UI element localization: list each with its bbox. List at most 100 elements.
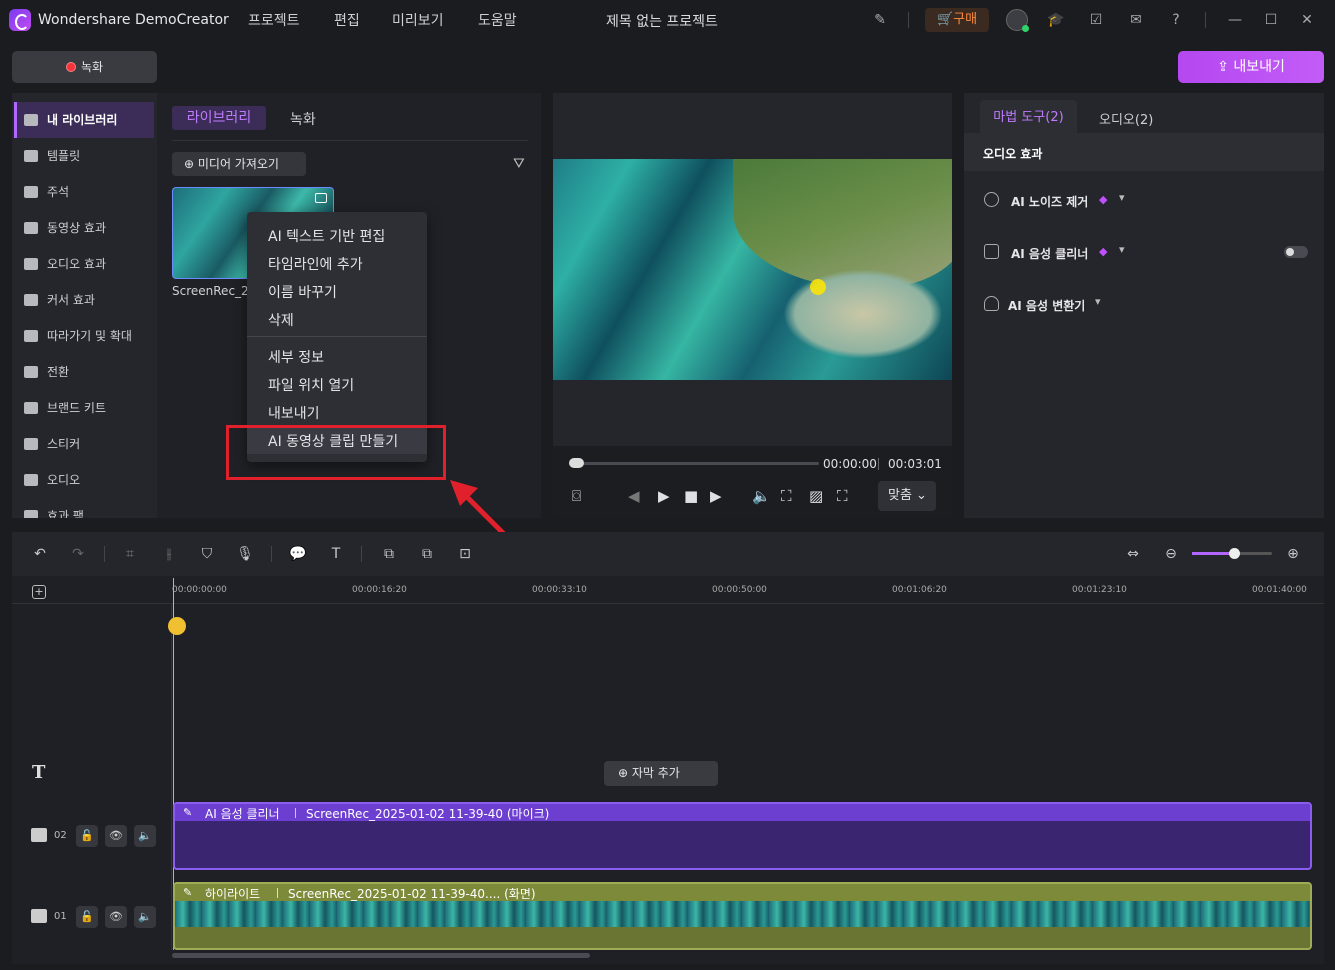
speaker-icon[interactable]: 🔈 (134, 906, 156, 928)
ai-translate-icon[interactable]: ⧉ (418, 545, 436, 563)
menu-item-add-to-timeline[interactable]: 타임라인에 추가 (268, 254, 363, 274)
stop-icon[interactable]: ■ (684, 487, 698, 505)
graduation-cap-icon[interactable]: 🎓 (1046, 10, 1066, 30)
menu-help[interactable]: 도움말 (478, 10, 517, 30)
buy-label: 구매 (953, 12, 978, 27)
zoom-out-icon[interactable]: ⊖ (1162, 545, 1180, 563)
play-icon[interactable]: ▶ (658, 487, 670, 505)
snapshot-icon[interactable]: ⌼ (572, 487, 581, 505)
avatar[interactable] (1006, 9, 1029, 32)
lock-icon[interactable]: 🔓 (76, 906, 98, 928)
add-subtitle-button[interactable]: ⊕ 자막 추가 (604, 761, 718, 786)
sidebar-item[interactable]: 오디오 (14, 462, 154, 498)
chevron-down-icon[interactable]: ▾ (1095, 295, 1101, 308)
sidebar-item[interactable]: 동영상 효과 (14, 210, 154, 246)
undo-icon[interactable]: ↶ (31, 545, 49, 563)
sidebar-item[interactable]: 커서 효과 (14, 282, 154, 318)
menu-item-export[interactable]: 내보내기 (268, 403, 320, 423)
next-frame-icon[interactable]: ▶ (710, 487, 722, 505)
audio-clip[interactable]: ✎ AI 음성 클리너 ScreenRec_2025-01-02 11-39-4… (173, 802, 1312, 870)
text-box-icon[interactable]: T (327, 545, 345, 563)
menu-item-delete[interactable]: 삭제 (268, 310, 294, 330)
volume-icon[interactable]: 🔈 (752, 487, 771, 505)
tab-library[interactable]: 라이브러리 (172, 106, 266, 130)
task-icon[interactable]: ☑ (1086, 10, 1106, 30)
menu-item-details[interactable]: 세부 정보 (268, 347, 324, 367)
ai-voice-changer-label[interactable]: AI 음성 변환기 (1008, 297, 1085, 314)
maximize-icon[interactable]: ☐ (1261, 10, 1281, 30)
menu-preview[interactable]: 미리보기 (392, 10, 444, 30)
marker-icon[interactable]: ⛉ (198, 545, 216, 563)
eye-icon[interactable]: 👁 (105, 906, 127, 928)
speaker-icon[interactable]: 🔈 (134, 825, 156, 847)
record-button[interactable]: 녹화 (12, 51, 157, 83)
sidebar-item[interactable]: 브랜드 키트 (14, 390, 154, 426)
help-icon[interactable]: ? (1166, 10, 1186, 30)
crop-icon[interactable]: ⌗ (121, 545, 139, 563)
annotation-icon (24, 186, 38, 198)
filter-icon[interactable]: ⛛ (513, 156, 525, 172)
minimize-icon[interactable]: — (1225, 10, 1245, 30)
tab-magic-tools[interactable]: 마법 도구(2) (980, 100, 1077, 133)
progress-handle[interactable] (569, 458, 584, 468)
add-track-icon[interactable]: + (32, 585, 46, 599)
ai-noise-removal-label[interactable]: AI 노이즈 제거 (1011, 193, 1088, 210)
fit-timeline-icon[interactable]: ⇔ (1124, 545, 1142, 563)
fit-dropdown[interactable]: 맞춤 ⌄ (878, 481, 936, 511)
timeline-scrollbar[interactable] (172, 953, 590, 958)
ai-avatar-icon[interactable]: ⊡ (456, 545, 474, 563)
upload-icon: ⇪ (1217, 59, 1234, 75)
tab-recording[interactable]: 녹화 (290, 109, 316, 129)
sidebar-item[interactable]: 주석 (14, 174, 154, 210)
tab-audio[interactable]: 오디오(2) (1099, 109, 1153, 128)
sidebar-item[interactable]: 내 라이브러리 (14, 102, 154, 138)
crop-frame-icon[interactable]: ⛶ (781, 487, 792, 505)
menu-edit[interactable]: 편집 (334, 10, 360, 30)
mask-icon[interactable]: ▨ (809, 487, 823, 505)
prev-frame-icon[interactable]: ◀ (628, 487, 640, 505)
sidebar-item[interactable]: 따라가기 및 확대 (14, 318, 154, 354)
menu-item-open-location[interactable]: 파일 위치 열기 (268, 375, 354, 395)
lock-icon[interactable]: 🔓 (76, 825, 98, 847)
eye-icon[interactable]: 👁 (105, 825, 127, 847)
close-icon[interactable]: ✕ (1297, 10, 1317, 30)
zoom-slider-handle[interactable] (1229, 548, 1240, 559)
sidebar-item[interactable]: 오디오 효과 (14, 246, 154, 282)
mail-icon[interactable]: ✉ (1126, 10, 1146, 30)
import-media-button[interactable]: ⊕ 미디어 가져오기 (172, 152, 306, 176)
track-number: 01 (54, 911, 67, 922)
fullscreen-icon[interactable]: ⛶ (837, 487, 848, 505)
menu-divider (247, 336, 427, 337)
caption-icon[interactable]: 💬 (289, 545, 307, 563)
sidebar-item-label: 스티커 (47, 437, 81, 451)
progress-track[interactable] (570, 462, 819, 465)
sidebar-item[interactable]: 전환 (14, 354, 154, 390)
divider (1205, 12, 1206, 28)
ai-subtitle-icon[interactable]: ⧉ (380, 545, 398, 563)
split-icon[interactable]: ⫲ (160, 545, 178, 563)
section-title: 오디오 효과 (983, 147, 1043, 161)
voice-cleaner-toggle[interactable] (1284, 246, 1308, 258)
zoom-in-icon[interactable]: ⊕ (1284, 545, 1302, 563)
menu-item-ai-text-edit[interactable]: AI 텍스트 기반 편집 (268, 226, 385, 246)
buy-button[interactable]: 🛒구매 (925, 8, 989, 32)
chevron-down-icon[interactable]: ▾ (1119, 243, 1125, 256)
marker-badge-icon[interactable] (168, 617, 186, 635)
chevron-down-icon[interactable]: ▾ (1119, 191, 1125, 204)
sidebar-item[interactable]: 템플릿 (14, 138, 154, 174)
notes-icon[interactable]: ✎ (870, 10, 890, 30)
ruler-tick: 00:00:16:20 (352, 585, 407, 595)
sidebar-item[interactable]: 스티커 (14, 426, 154, 462)
ai-voice-cleaner-label[interactable]: AI 음성 클리너 (1011, 245, 1088, 262)
sidebar-item[interactable]: 효과 팩 (14, 498, 154, 518)
video-preview[interactable] (553, 159, 952, 380)
video-clip[interactable]: ✎ 하이라이트 ScreenRec_2025-01-02 11-39-40...… (173, 882, 1312, 950)
menu-item-rename[interactable]: 이름 바꾸기 (268, 282, 337, 302)
video-badge-icon (315, 193, 327, 203)
microphone-icon[interactable]: 🎙 (236, 545, 254, 563)
redo-icon[interactable]: ↷ (69, 545, 87, 563)
menu-project[interactable]: 프로젝트 (248, 10, 300, 30)
export-button[interactable]: ⇪ 내보내기 (1178, 51, 1324, 83)
sidebar-item-label: 동영상 효과 (47, 221, 107, 235)
clip-effect-icon: ✎ (183, 886, 193, 899)
